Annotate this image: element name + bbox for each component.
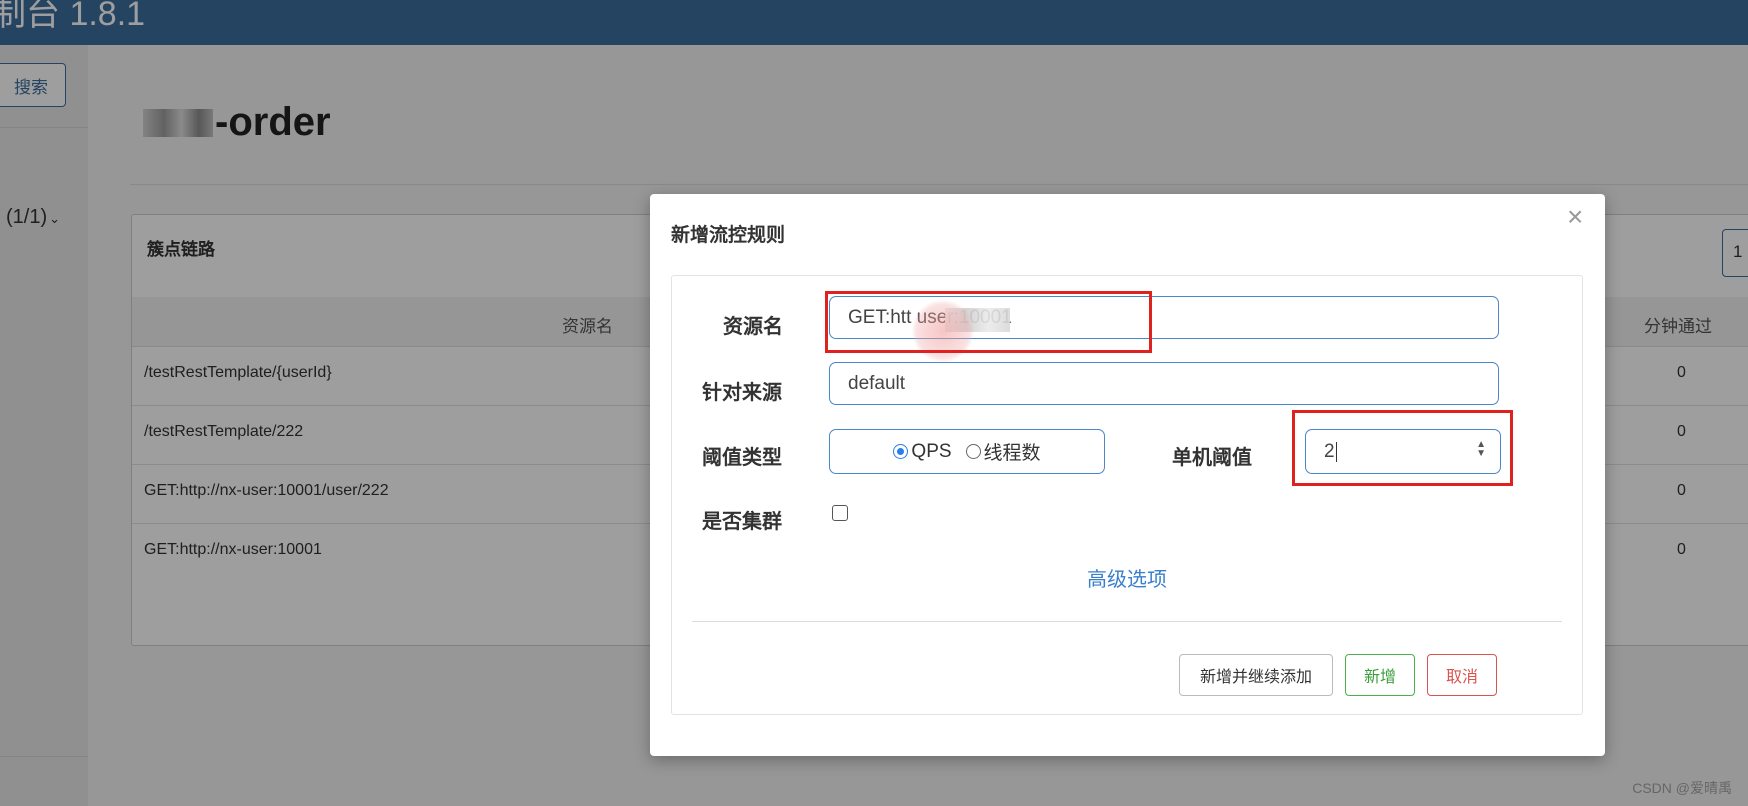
radio-unchecked-icon[interactable]: [965, 444, 981, 459]
watermark: CSDN @爱晴禹: [1632, 780, 1732, 796]
add-button[interactable]: 新增: [1345, 654, 1415, 696]
radio-qps[interactable]: QPS: [893, 440, 952, 463]
cancel-button[interactable]: 取消: [1427, 654, 1497, 696]
radio-threads-label: 线程数: [983, 443, 1041, 464]
cluster-checkbox[interactable]: [832, 505, 848, 521]
close-icon[interactable]: ×: [1567, 203, 1583, 231]
threshold-type-radio-group: QPS 线程数: [829, 429, 1105, 474]
cluster-label: 是否集群: [702, 511, 782, 533]
resource-label: 资源名: [723, 316, 783, 338]
origin-input-value: default: [848, 372, 906, 394]
highlight-box-threshold: [1292, 410, 1513, 486]
origin-input[interactable]: default: [829, 362, 1499, 405]
origin-label: 针对来源: [702, 382, 782, 404]
dialog-title: 新增流控规则: [671, 225, 786, 246]
single-threshold-label: 单机阈值: [1172, 447, 1252, 469]
highlight-box-resource: [825, 291, 1152, 353]
advanced-options-link[interactable]: 高级选项: [672, 563, 1582, 592]
radio-threads[interactable]: 线程数: [965, 438, 1041, 465]
radio-checked-icon[interactable]: [893, 444, 909, 459]
radio-qps-label: QPS: [911, 440, 952, 462]
add-continue-button[interactable]: 新增并继续添加: [1179, 654, 1333, 696]
threshold-type-label: 阈值类型: [702, 447, 782, 469]
footer-divider: [692, 621, 1562, 622]
